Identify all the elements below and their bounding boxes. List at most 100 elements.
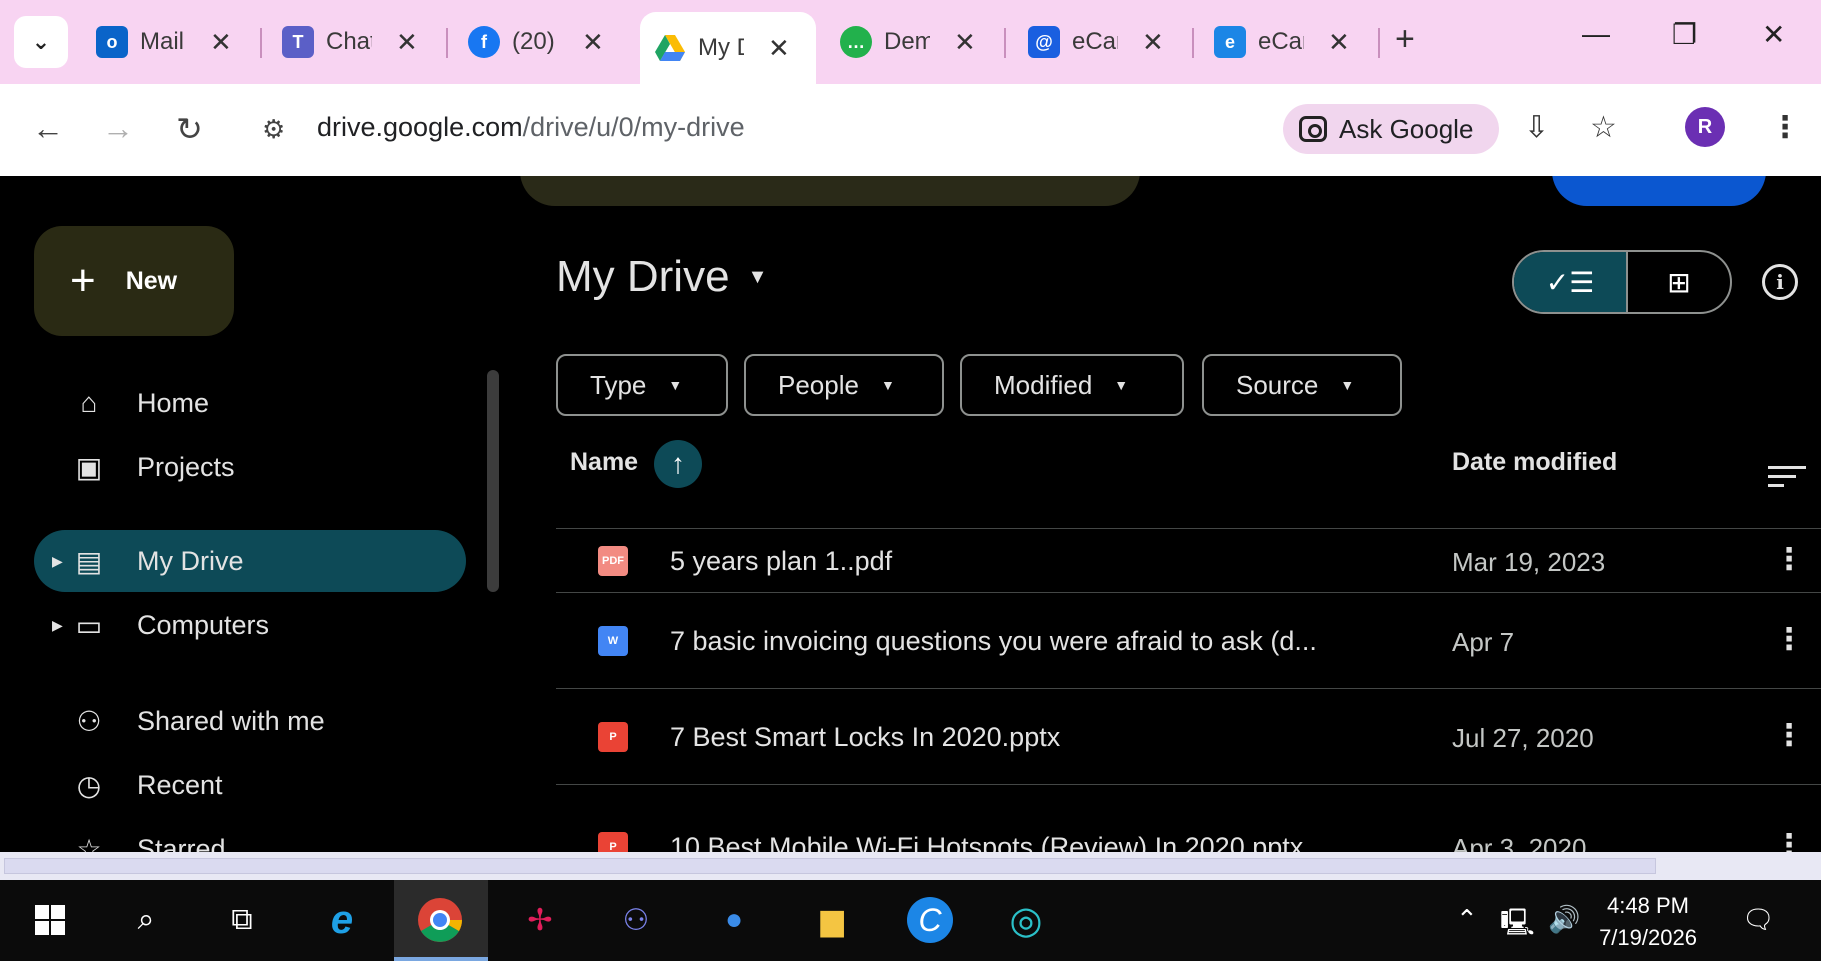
file-name: 10 Best Mobile Wi-Fi Hotspots (Review) I… <box>670 832 1304 852</box>
header-action-button[interactable] <box>1552 176 1766 206</box>
minimize-button[interactable]: — <box>1582 18 1610 50</box>
caret-down-icon: ▼ <box>668 377 683 393</box>
info-button[interactable]: i <box>1762 264 1798 300</box>
more-actions-button[interactable]: ⋮ <box>1774 622 1804 657</box>
sidebar-item-my-drive[interactable]: ▶ ▤ My Drive <box>34 530 466 592</box>
filter-people[interactable]: People ▼ <box>744 354 944 416</box>
file-date: Jul 27, 2020 <box>1452 723 1594 753</box>
url-field[interactable]: drive.google.com/drive/u/0/my-drive <box>317 112 745 143</box>
taskbar-clock[interactable]: 4:48 PM 7/19/2026 <box>1588 890 1708 954</box>
ask-google-button[interactable]: Ask Google <box>1283 104 1499 154</box>
file-explorer-button[interactable]: ▆ <box>804 894 860 946</box>
forward-button[interactable]: → <box>102 110 134 147</box>
sidebar-item-home[interactable]: ⌂ Home <box>34 372 466 434</box>
tab-ecare-2[interactable]: e eCare ✕ <box>1214 14 1350 70</box>
grid-icon: ⊞ <box>1667 266 1691 298</box>
start-button[interactable] <box>22 894 78 946</box>
new-button-label: New <box>125 266 178 295</box>
column-header-date[interactable]: Date modified <box>1452 448 1617 477</box>
projects-icon: ▣ <box>75 451 103 483</box>
slack-button[interactable]: ✢ <box>512 894 568 946</box>
browser-menu-button[interactable]: ⋮ <box>1770 110 1800 145</box>
site-info-button[interactable]: ⚙ <box>262 114 285 145</box>
internet-explorer-button[interactable]: e <box>314 894 370 946</box>
sort-options-button[interactable] <box>1768 466 1806 488</box>
task-view-icon: ⧉ <box>231 903 253 936</box>
grid-view-button[interactable]: ⊞ <box>1626 252 1730 312</box>
messaging-app-button[interactable]: ● <box>706 894 762 946</box>
search-bar[interactable] <box>520 176 1140 206</box>
sidebar-item-shared[interactable]: ⚇ Shared with me <box>34 690 466 752</box>
task-view-button[interactable]: ⧉ <box>214 894 270 946</box>
scrollbar-thumb[interactable] <box>4 858 1656 874</box>
tab-label: Chat <box>326 28 372 55</box>
sidebar-item-projects[interactable]: ▣ Projects <box>34 436 466 498</box>
new-button[interactable]: + New <box>34 226 234 336</box>
file-name: 7 Best Smart Locks In 2020.pptx <box>670 722 1061 752</box>
horizontal-scrollbar[interactable] <box>0 852 1821 880</box>
sidebar-item-label: Shared with me <box>137 705 325 736</box>
chevron-down-icon: ⌄ <box>31 29 51 54</box>
close-icon[interactable]: ✕ <box>1142 27 1164 58</box>
tab-search-button[interactable]: ⌄ <box>14 16 68 68</box>
close-icon[interactable]: ✕ <box>396 27 418 58</box>
filter-modified[interactable]: Modified ▼ <box>960 354 1184 416</box>
more-actions-button[interactable]: ⋮ <box>1774 718 1804 753</box>
tab-demo[interactable]: … Demo ✕ <box>840 14 976 70</box>
check-list-icon: ✓☰ <box>1545 266 1595 298</box>
arrow-right-icon: → <box>102 110 134 146</box>
table-row[interactable]: P 7 Best Smart Locks In 2020.pptx Jul 27… <box>556 688 1821 784</box>
list-view-button[interactable]: ✓☰ <box>1514 252 1626 312</box>
sidebar-item-recent[interactable]: ◷ Recent <box>34 754 466 816</box>
signal-app-button[interactable]: ◎ <box>998 894 1054 946</box>
tab-ecare-1[interactable]: @ eCare ✕ <box>1028 14 1164 70</box>
volume-button[interactable]: 🔊 <box>1548 904 1580 935</box>
sidebar-item-computers[interactable]: ▶ ▭ Computers <box>34 594 466 656</box>
network-button[interactable]: 🖳 <box>1500 904 1535 948</box>
column-header-name[interactable]: Name <box>570 448 638 477</box>
tab-facebook[interactable]: f (20) ✕ <box>468 14 604 70</box>
more-actions-button[interactable]: ⋮ <box>1774 542 1804 577</box>
notification-icon: 🗨 <box>1742 904 1776 934</box>
close-icon[interactable]: ✕ <box>954 27 976 58</box>
window-close-button[interactable]: ✕ <box>1762 18 1785 51</box>
chrome-button[interactable] <box>412 894 468 946</box>
profile-avatar[interactable]: R <box>1685 107 1725 147</box>
messenger-icon: @ <box>1028 26 1060 58</box>
tab-mail[interactable]: o Mail ✕ <box>96 14 232 70</box>
table-row[interactable]: W 7 basic invoicing questions you were a… <box>556 592 1821 688</box>
restore-button[interactable]: ❐ <box>1672 18 1697 51</box>
search-button[interactable]: ⌕ <box>118 894 174 946</box>
filter-label: People <box>778 369 859 400</box>
info-icon: i <box>1776 270 1784 294</box>
close-icon[interactable]: ✕ <box>210 27 232 58</box>
sort-direction-button[interactable]: ↑ <box>654 440 702 488</box>
back-button[interactable]: ← <box>32 110 64 147</box>
filter-source[interactable]: Source ▼ <box>1202 354 1402 416</box>
sidebar-item-starred[interactable]: ☆ Starred <box>34 818 466 853</box>
tab-chat[interactable]: T Chat ✕ <box>282 14 418 70</box>
close-icon[interactable]: ✕ <box>1328 27 1350 58</box>
more-actions-button[interactable]: ⋮ <box>1774 828 1804 852</box>
filter-type[interactable]: Type ▼ <box>556 354 728 416</box>
notifications-button[interactable]: 🗨 <box>1742 904 1775 935</box>
taskbar: ⌕ ⧉ e ✢ ⚇ ● ▆ C ◎ ⌃ 🖳 🔊 4:48 PM 7/19/202… <box>0 880 1821 961</box>
search-icon: ⌕ <box>137 903 155 936</box>
reload-button[interactable]: ↻ <box>176 110 203 148</box>
new-tab-button[interactable]: + <box>1395 20 1415 59</box>
caret-down-icon: ▼ <box>1340 377 1355 393</box>
table-row[interactable]: P 10 Best Mobile Wi-Fi Hotspots (Review)… <box>556 784 1821 852</box>
show-hidden-icons-button[interactable]: ⌃ <box>1456 904 1478 935</box>
tab-my-drive[interactable]: My Drive ✕ <box>640 12 816 84</box>
expand-arrow-icon[interactable]: ▶ <box>52 617 63 634</box>
close-icon[interactable]: ✕ <box>768 33 790 64</box>
page-title[interactable]: My Drive ▼ <box>556 252 767 302</box>
expand-arrow-icon[interactable]: ▶ <box>52 553 63 570</box>
drive-app: + New ⌂ Home ▣ Projects ▶ ▤ My Drive ▶ ▭… <box>0 176 1821 852</box>
bookmark-button[interactable]: ☆ <box>1590 110 1617 145</box>
teams-button[interactable]: ⚇ <box>608 894 664 946</box>
ecare-app-button[interactable]: C <box>902 894 958 946</box>
sidebar-scrollbar[interactable] <box>487 370 499 592</box>
install-app-button[interactable]: ⇩ <box>1524 110 1549 145</box>
close-icon[interactable]: ✕ <box>582 27 604 58</box>
